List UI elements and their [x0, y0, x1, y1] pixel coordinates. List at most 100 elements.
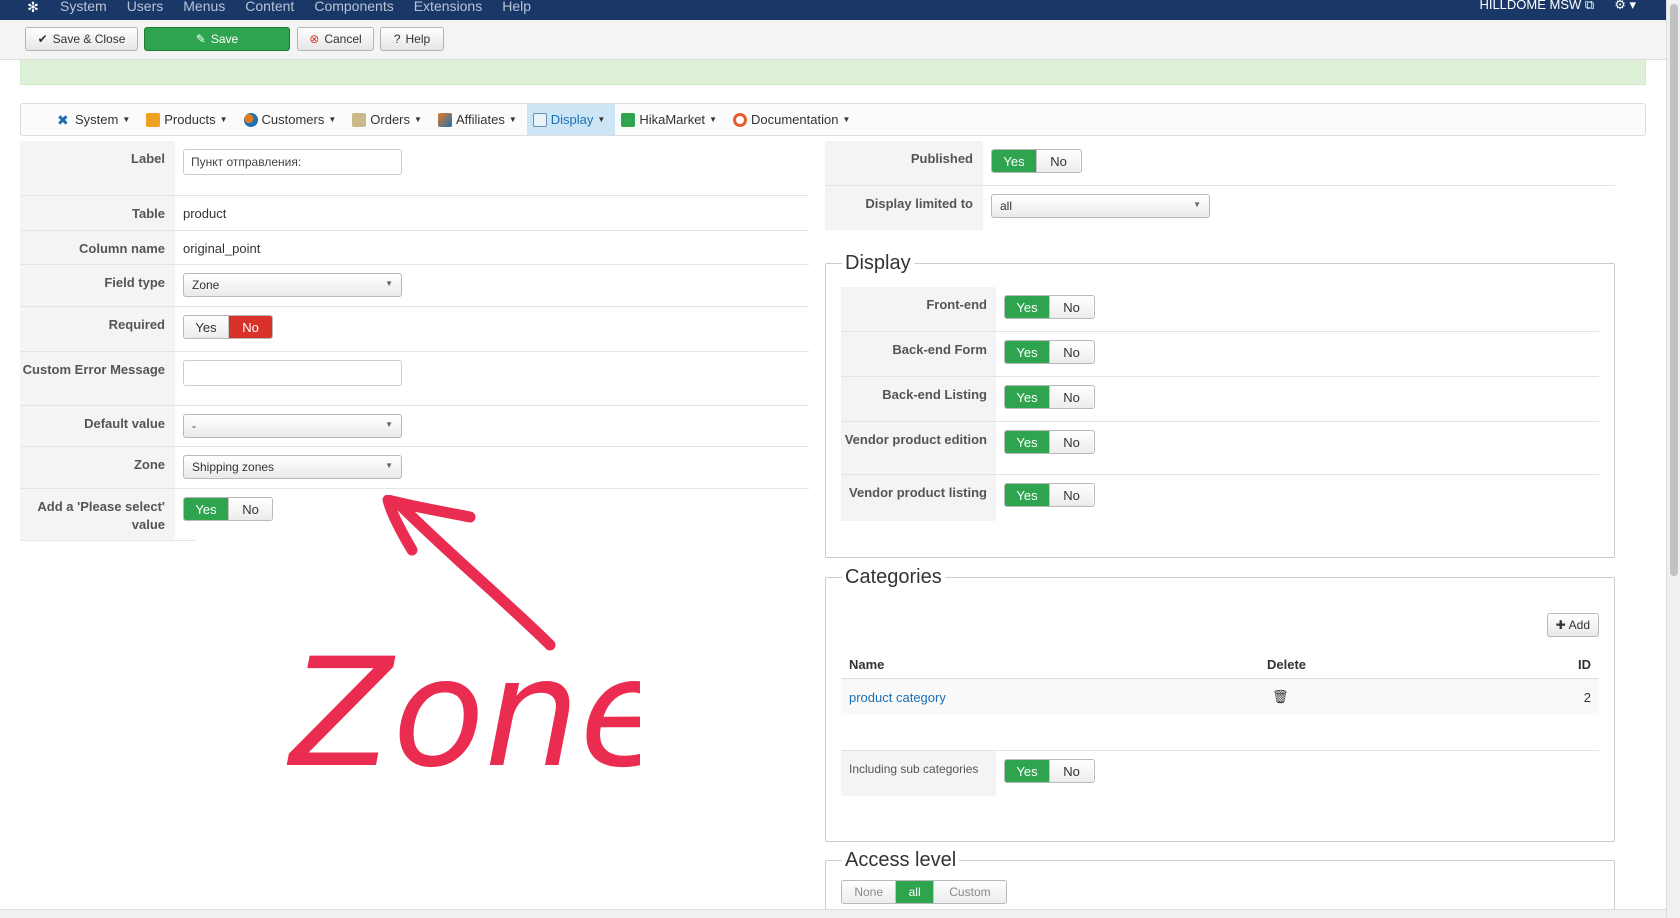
- add-category-button[interactable]: ✚ Add: [1546, 613, 1599, 637]
- required-yes[interactable]: Yes: [184, 316, 228, 338]
- menu-users[interactable]: Users: [117, 0, 174, 14]
- published-yes[interactable]: Yes: [992, 150, 1036, 172]
- col-delete: Delete: [1259, 649, 1379, 679]
- field-type-select[interactable]: Zone ▼: [183, 273, 402, 297]
- vendor-listing-no[interactable]: No: [1049, 484, 1093, 506]
- lifebuoy-icon: [732, 112, 747, 127]
- vendor-listing-label: Vendor product listing: [841, 475, 996, 521]
- annotation-text: Zone: [286, 627, 640, 795]
- including-sub-no[interactable]: No: [1049, 760, 1093, 782]
- menu-menus[interactable]: Menus: [173, 0, 235, 14]
- access-all[interactable]: all: [895, 881, 933, 903]
- external-link-icon: ⧉: [1584, 0, 1595, 12]
- row-custom-error: Custom Error Message: [20, 352, 809, 406]
- vendor-edition-label: Vendor product edition: [841, 422, 996, 474]
- backend-form-no[interactable]: No: [1049, 341, 1093, 363]
- admin-menu: System Users Menus Content Components Ex…: [50, 0, 541, 14]
- save-close-button[interactable]: ✔ Save & Close: [25, 27, 138, 51]
- backend-listing-yes[interactable]: Yes: [1005, 386, 1049, 408]
- hika-menu-orders[interactable]: Orders ▼: [346, 104, 432, 135]
- display-legend: Display: [845, 252, 911, 274]
- caret-down-icon: ▼: [328, 115, 337, 124]
- please-select-no[interactable]: No: [228, 498, 272, 520]
- site-link[interactable]: HILLDOME MSW ⧉: [1479, 0, 1594, 13]
- frontend-yes[interactable]: Yes: [1005, 296, 1049, 318]
- zone-label: Zone: [20, 447, 175, 488]
- hika-menu-products[interactable]: Products ▼: [140, 104, 237, 135]
- check-icon: ✔: [37, 32, 48, 46]
- frontend-no[interactable]: No: [1049, 296, 1093, 318]
- hika-menu-hikamarket[interactable]: HikaMarket ▼: [615, 104, 727, 135]
- vendor-edition-no[interactable]: No: [1049, 431, 1093, 453]
- published-label: Published: [825, 141, 983, 185]
- row-required: Required Yes No: [20, 307, 809, 352]
- row-default-value: Default value - ▼: [20, 406, 809, 447]
- backend-listing-label: Back-end Listing: [841, 377, 996, 421]
- chevron-down-icon: ▼: [385, 420, 393, 429]
- menu-extensions[interactable]: Extensions: [404, 0, 492, 14]
- please-select-toggle: Yes No: [183, 497, 273, 521]
- success-message: [20, 60, 1646, 85]
- admin-navbar: ✻ System Users Menus Content Components …: [0, 0, 1666, 20]
- default-value-label: Default value: [20, 406, 175, 446]
- zone-select[interactable]: Shipping zones ▼: [183, 455, 402, 479]
- vendor-listing-toggle: Yes No: [1004, 483, 1095, 507]
- default-value-select[interactable]: - ▼: [183, 414, 402, 438]
- category-link[interactable]: product category: [849, 690, 946, 705]
- col-id: ID: [1379, 649, 1599, 679]
- backend-form-label: Back-end Form: [841, 332, 996, 376]
- display-limited-select[interactable]: all ▼: [991, 194, 1210, 218]
- backend-form-yes[interactable]: Yes: [1005, 341, 1049, 363]
- chevron-down-icon: ▼: [1193, 200, 1201, 209]
- orders-icon: [352, 112, 367, 127]
- caret-down-icon: ▼: [219, 115, 228, 124]
- caret-down-icon: ▼: [414, 115, 422, 124]
- hika-menu-affiliates[interactable]: Affiliates ▼: [432, 104, 527, 135]
- menu-help[interactable]: Help: [492, 0, 541, 14]
- vertical-scrollbar[interactable]: [1666, 0, 1680, 918]
- cancel-button[interactable]: ⊗ Cancel: [297, 27, 374, 51]
- hika-menu-system[interactable]: ✖ System ▼: [51, 104, 140, 135]
- vendor-edition-toggle: Yes No: [1004, 430, 1095, 454]
- hika-menu-display[interactable]: Display ▼: [526, 104, 616, 135]
- required-no[interactable]: No: [228, 316, 272, 338]
- save-button[interactable]: ✎ Save: [144, 27, 290, 51]
- gear-icon[interactable]: ⚙ ▾: [1614, 0, 1636, 13]
- required-label: Required: [20, 307, 175, 351]
- please-select-yes[interactable]: Yes: [184, 498, 228, 520]
- help-button[interactable]: ? Help: [380, 27, 444, 51]
- vendor-listing-yes[interactable]: Yes: [1005, 484, 1049, 506]
- access-custom[interactable]: Custom: [932, 881, 1006, 903]
- vendor-edition-yes[interactable]: Yes: [1005, 431, 1049, 453]
- published-no[interactable]: No: [1036, 150, 1080, 172]
- label-input[interactable]: [183, 149, 402, 175]
- backend-listing-no[interactable]: No: [1049, 386, 1093, 408]
- label-label: Label: [20, 141, 175, 195]
- custom-error-input[interactable]: [183, 360, 402, 386]
- horizontal-scrollbar[interactable]: [0, 909, 1666, 918]
- joomla-logo-icon[interactable]: ✻: [16, 0, 50, 16]
- hika-menu-documentation[interactable]: Documentation ▼: [727, 104, 860, 135]
- affiliates-icon: [437, 112, 452, 127]
- menu-content[interactable]: Content: [235, 0, 304, 14]
- access-fieldset: Access level None all Custom: [825, 849, 1615, 918]
- including-sub-yes[interactable]: Yes: [1005, 760, 1049, 782]
- toolbar: ✔ Save & Close ✎ Save ⊗ Cancel ? Help: [0, 20, 1666, 60]
- menu-system[interactable]: System: [50, 0, 117, 14]
- trash-icon[interactable]: 🗑: [1272, 689, 1289, 704]
- column-name-label: Column name: [20, 231, 175, 264]
- menu-components[interactable]: Components: [304, 0, 403, 14]
- field-form-right: Published Yes No Display limited to all ▼: [825, 141, 1615, 230]
- row-table: Table product: [20, 196, 809, 231]
- row-zone: Zone Shipping zones ▼: [20, 447, 809, 489]
- backend-listing-toggle: Yes No: [1004, 385, 1095, 409]
- row-vendor-edition: Vendor product edition Yes No: [841, 422, 1599, 475]
- row-backend-listing: Back-end Listing Yes No: [841, 377, 1599, 422]
- row-field-type: Field type Zone ▼: [20, 265, 809, 307]
- hika-menu-customers[interactable]: Customers ▼: [238, 104, 347, 135]
- access-none[interactable]: None: [842, 881, 896, 903]
- frontend-label: Front-end: [841, 287, 996, 331]
- caret-down-icon: ▼: [597, 115, 606, 124]
- chevron-down-icon: ▼: [385, 279, 393, 288]
- scroll-thumb[interactable]: [1670, 4, 1678, 576]
